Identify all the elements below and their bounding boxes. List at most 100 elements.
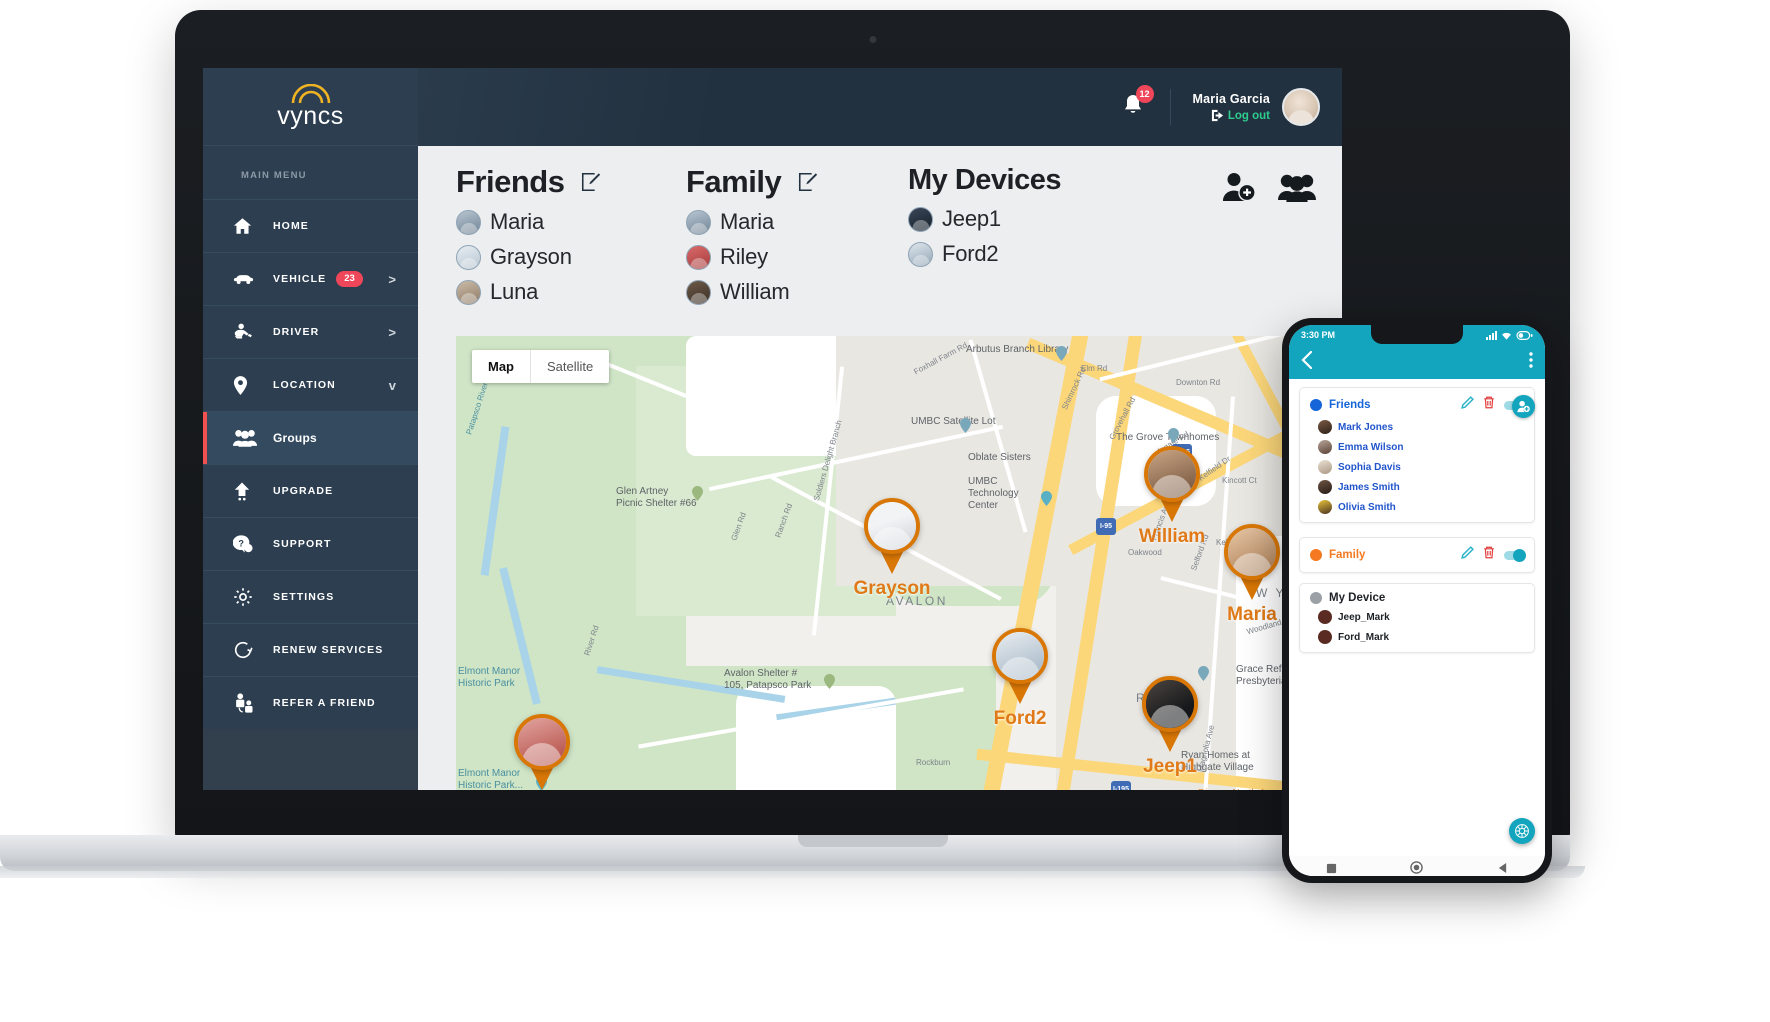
chevron-right-icon[interactable]: > [388,325,396,340]
brand-logo-block[interactable]: vyncs [203,68,418,146]
list-item[interactable]: Ford_Mark [1310,630,1524,644]
sidebar-item-upgrade[interactable]: UPGRADE [203,464,418,517]
sidebar-item-settings[interactable]: SETTINGS [203,570,418,623]
map-marker-label: Maria [1227,604,1277,625]
list-item[interactable]: Ford2 [908,241,1198,267]
sidebar-item-driver[interactable]: DRIVER > [203,305,418,358]
list-item[interactable]: Emma Wilson [1310,440,1524,454]
avatar [1318,420,1332,434]
back-arrow-icon[interactable] [1301,350,1313,374]
map-poi-icon[interactable] [824,674,835,689]
group-name: My Device [1329,592,1386,604]
trash-icon[interactable] [1483,546,1495,564]
logout-button[interactable]: Log out [1193,109,1270,122]
triangle-back-icon[interactable] [1497,861,1508,876]
group-people-icon[interactable] [1278,172,1316,207]
member-name: Emma Wilson [1338,441,1404,453]
map-container[interactable]: Arbutus Branch Library UMBC Satellite Lo… [456,336,1342,790]
map-poi-icon[interactable] [692,486,703,501]
circle-icon[interactable] [1410,861,1424,876]
map-marker-riley[interactable]: Riley [514,714,570,790]
list-item[interactable]: Jeep1 [908,206,1198,232]
chevron-down-icon[interactable]: v [389,378,396,393]
chevron-right-icon[interactable]: > [388,272,396,287]
notifications-button[interactable]: 12 [1122,84,1154,122]
sidebar-item-location[interactable]: LOCATION v [203,358,418,411]
map-poi-icon[interactable] [1198,666,1209,681]
sidebar-item-renew-services[interactable]: RENEW SERVICES [203,623,418,676]
member-name: Luna [490,279,539,304]
map-type-switch[interactable]: Map Satellite [472,350,610,383]
list-item[interactable]: Olivia Smith [1310,500,1524,514]
map-place-label: Elmont Manor Historic Park... [458,768,524,790]
map-canvas[interactable]: Arbutus Branch Library UMBC Satellite Lo… [456,336,1342,790]
map-place-label: Glen Artney Picnic Shelter #66 [616,486,697,509]
group-toggle[interactable] [1504,548,1526,562]
sidebar-item-refer-a-friend[interactable]: REFER A FRIEND [203,676,418,729]
list-item[interactable]: William [686,279,908,305]
pencil-icon[interactable] [1461,396,1474,414]
edit-pencil-icon[interactable] [580,171,602,193]
list-item[interactable]: Mark Jones [1310,420,1524,434]
member-name: Olivia Smith [1338,501,1396,513]
map-type-satellite[interactable]: Satellite [530,350,609,383]
group-card-my-device[interactable]: My Device Jeep_Mark Ford_Mark [1299,583,1535,653]
map-poi-icon[interactable] [960,418,971,433]
avatar [908,206,933,232]
edit-pencil-icon[interactable] [797,171,819,193]
map-type-map[interactable]: Map [472,350,530,383]
phone-notch [1371,325,1463,344]
map-marker-label: William [1138,526,1206,547]
battery-icon [1516,330,1533,340]
map-poi-icon[interactable] [1056,346,1067,361]
list-item[interactable]: Maria [686,209,908,235]
map-marker-maria[interactable]: Maria [1224,524,1280,625]
vehicle-count-badge: 23 [336,271,363,287]
square-icon[interactable] [1326,861,1337,876]
add-person-icon[interactable] [1512,395,1535,418]
list-item[interactable]: Grayson [456,244,686,270]
avatar [1318,440,1332,454]
network-icon[interactable] [1509,818,1535,844]
map-marker-william[interactable]: William [1139,446,1205,547]
group-column-family: Family Maria Riley William [686,164,908,305]
sidebar-item-groups[interactable]: Groups [203,411,418,464]
map-marker-grayson[interactable]: Grayson [853,498,931,599]
group-title: Family [686,164,782,199]
group-card-header: Family [1310,546,1526,564]
avatar [1318,480,1332,494]
add-person-icon[interactable] [1222,172,1256,207]
group-card-friends[interactable]: Friends Mark Jones Emma Wilson Sophia Da… [1299,387,1535,523]
map-marker-jeep1[interactable]: Jeep1 [1142,676,1198,777]
list-item[interactable]: James Smith [1310,480,1524,494]
home-icon [233,217,267,235]
phone-device: 3:30 PM Friends Mark Jones Emma Wilson S… [1282,318,1552,883]
sidebar-item-label: RENEW SERVICES [273,644,384,656]
logout-icon [1211,109,1223,122]
sidebar-item-support[interactable]: ? SUPPORT [203,517,418,570]
map-road-label: Downton Rd [1176,378,1221,387]
map-place-label: Avalon Shelter # 105, Patapsco Park [724,668,812,691]
svg-text:?: ? [238,538,244,548]
list-item[interactable]: Luna [456,279,686,305]
user-name: Maria Garcia [1192,92,1270,106]
group-color-dot [1310,592,1322,604]
user-menu[interactable]: Maria Garcia Log out [1193,92,1270,122]
phone-content: Friends Mark Jones Emma Wilson Sophia Da… [1289,387,1545,876]
pencil-icon[interactable] [1461,546,1474,564]
group-card-family[interactable]: Family [1299,537,1535,573]
people-icon [233,429,267,447]
list-item[interactable]: Sophia Davis [1310,460,1524,474]
overflow-menu-icon[interactable] [1529,351,1533,373]
avatar[interactable] [1282,88,1320,126]
list-item[interactable]: Jeep_Mark [1310,610,1524,624]
member-name: Riley [720,244,768,269]
map-poi-icon[interactable] [1168,428,1179,443]
trash-icon[interactable] [1483,396,1495,414]
sidebar-item-home[interactable]: HOME [203,199,418,252]
list-item[interactable]: Maria [456,209,686,235]
map-marker-ford2[interactable]: Ford2 [992,628,1048,729]
map-poi-icon[interactable] [1041,491,1052,506]
list-item[interactable]: Riley [686,244,908,270]
sidebar-item-vehicle[interactable]: VEHICLE 23 > [203,252,418,305]
